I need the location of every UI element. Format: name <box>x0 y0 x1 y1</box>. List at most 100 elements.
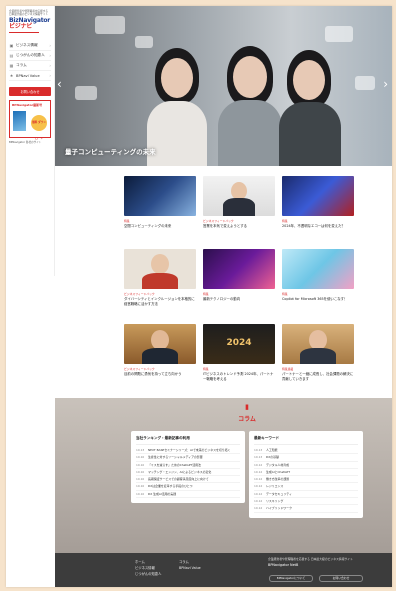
list-item[interactable]: 10.10 生産性に対するソーシャルメディアの影響 <box>136 454 240 462</box>
about-button[interactable]: BPNavigatorについて <box>269 575 313 582</box>
sidebar-item-value[interactable]: ★ BPNavi Value › <box>9 71 51 81</box>
promo-title: BPNavigator最新号 <box>12 103 43 107</box>
hero-banner[interactable]: ‹ › 量子コンピューティングの未来 <box>55 6 392 166</box>
item-date: 10.13 <box>136 448 145 452</box>
item-title: 働き方改革の課題 <box>266 477 290 482</box>
article-card[interactable]: 特集 2024年、不透明なエコーは何を変えた？ <box>282 176 354 229</box>
footer-about: 企業経営者や管理職者を応援する 日本最大級のビジネス情報サイト BPNaviga… <box>268 557 368 567</box>
item-date: 10.10 <box>136 469 145 474</box>
article-title: 目前の問題に勇気を持って立ち向かう <box>124 372 182 376</box>
list-item[interactable]: 10.12 働き方改革の課題 <box>254 476 358 484</box>
article-category: 特集連載 <box>282 367 294 371</box>
list-item[interactable]: 10.12 生成AIとChatGPT <box>254 469 358 477</box>
article-category: ビジネスフィードバック <box>203 219 234 223</box>
keyword-panel: 最新キーワード 10.13 人工知能 10.13 DXの基礎 10.12 デジタル人材… <box>249 431 363 518</box>
site-footer: ホーム ビジネス情報 じつがんの知恵人 コラム BPNavi Value 企業経… <box>55 553 392 587</box>
article-title: 2024年、不透明なエコーは何を変えた？ <box>282 224 345 228</box>
list-item[interactable]: 10.13 DXの基礎 <box>254 454 358 462</box>
article-title: ITビジネスのトレンド予測 2024年、パートナー戦略を考える <box>203 372 274 381</box>
hero-person-face <box>161 58 193 98</box>
article-category: 特集 <box>203 367 209 371</box>
ranking-heading: 当社ランキング・最新記事の利用 <box>136 436 240 445</box>
article-title: パートナーと一緒に成長し、社会課題の解決に貢献していきます <box>282 372 354 381</box>
article-card[interactable]: 特集連載 パートナーと一緒に成長し、社会課題の解決に貢献していきます <box>282 324 354 381</box>
footer-link[interactable]: じつがんの知恵人 <box>135 571 161 577</box>
item-title: DXは企業を変革する手段のひとつ <box>148 484 193 489</box>
list-item[interactable]: 10.12 データセキュリティ <box>254 491 358 499</box>
list-item[interactable]: 10.12 リスキリング <box>254 498 358 506</box>
item-title: 生成AIとChatGPT <box>266 469 291 474</box>
item-title: デジタル人材育成 <box>266 462 290 467</box>
article-title: Copilot for Microsoft 365を使いこなす！ <box>282 297 348 301</box>
article-card[interactable]: ビジネスフィードバック 営業を本気で変えようとする <box>203 176 275 229</box>
item-date: 10.12 <box>254 462 263 467</box>
list-item[interactable]: 10.13 人工知能 <box>254 447 358 455</box>
contact-footer-button[interactable]: お問い合わせ <box>319 575 363 582</box>
footer-logo: BPNavigator NetB <box>268 563 299 567</box>
sidebar-item-label: じつがんの知恵人 <box>16 53 45 57</box>
carousel-prev-icon[interactable]: ‹ <box>57 78 62 90</box>
item-date: 10.10 <box>136 477 145 482</box>
item-date: 10.10 <box>136 484 145 489</box>
article-title: ダイバーシティとインクルージョンを本格的に経営戦略に活かす方法 <box>124 297 195 306</box>
item-date: 10.12 <box>254 499 263 504</box>
article-card[interactable]: 特集 最新テクノロジーの動向 <box>203 249 275 302</box>
sidebar-item-column[interactable]: ▦ コラム › <box>9 61 51 71</box>
list-item[interactable]: 10.10 長期保証サービスでの顧客満足度向上に向けて <box>136 476 240 484</box>
list-item[interactable]: 10.13 NEXT BASEセミナーシリーズ：AIで未来のビジネスを切り拓く <box>136 447 240 455</box>
thumbnail-suit <box>223 198 255 216</box>
sidebar-item-wisdom[interactable]: ▤ じつがんの知恵人 › <box>9 51 51 61</box>
article-category: ビジネスフィードバック <box>124 292 155 296</box>
footer-links-1: ホーム ビジネス情報 じつがんの知恵人 <box>135 559 161 577</box>
article-title: 空間コンピューティングの未来 <box>124 224 172 228</box>
thumbnail-year: 2024 <box>226 338 252 348</box>
chevron-right-icon: › <box>49 43 51 48</box>
list-item[interactable]: 10.12 レジリエンス <box>254 483 358 491</box>
item-date: 10.10 <box>136 455 145 460</box>
carousel-next-icon[interactable]: › <box>383 78 388 90</box>
list-item[interactable]: 10.12 デジタル人材育成 <box>254 462 358 469</box>
site-logo[interactable]: BizNavigator ビジナビ <box>9 18 51 30</box>
article-category: 特集 <box>282 292 288 296</box>
article-thumbnail <box>124 324 196 364</box>
item-date: 10.10 <box>136 462 145 467</box>
magazine-promo[interactable]: BPNavigator最新号 無料 ダウンロード <box>9 100 51 140</box>
article-card[interactable]: ビジネスフィードバック 目前の問題に勇気を持って立ち向かう <box>124 324 196 377</box>
article-thumbnail <box>282 249 354 289</box>
article-thumbnail <box>203 249 275 289</box>
article-card[interactable]: 特集 Copilot for Microsoft 365を使いこなす！ <box>282 249 354 302</box>
list-item[interactable]: 10.10 「ミスを減らす」ためのChatGPT活用法 <box>136 462 240 469</box>
list-item[interactable]: 10.10 DX 生成AI活用の実践 <box>136 491 240 499</box>
hero-person-face <box>233 56 267 98</box>
chevron-right-icon: › <box>49 73 51 78</box>
article-card[interactable]: 2024 特集 ITビジネスのトレンド予測 2024年、パートナー戦略を考える <box>203 324 275 381</box>
item-title: 長期保証サービスでの顧客満足度向上に向けて <box>148 477 209 482</box>
list-item[interactable]: 10.10 DXは企業を変革する手段のひとつ <box>136 483 240 491</box>
thumbnail-suit <box>300 348 336 364</box>
chevron-right-icon: › <box>49 53 51 58</box>
hero-caption: 量子コンピューティングの未来 <box>65 148 156 156</box>
article-thumbnail <box>124 249 196 289</box>
footer-link[interactable]: BPNavi Value <box>179 565 201 571</box>
star-icon: ★ <box>9 73 14 78</box>
hero-person-body <box>147 101 207 166</box>
promo-footer: BPNavigator 各社のサイト <box>9 141 42 144</box>
article-title: 最新テクノロジーの動向 <box>203 297 241 301</box>
item-title: NEXT BASEセミナーシリーズ：AIで未来のビジネスを切り拓く <box>148 448 231 452</box>
item-date: 10.12 <box>254 491 263 496</box>
sidebar-item-business[interactable]: ▣ ビジネス情報 › <box>9 41 51 51</box>
article-card[interactable]: ビジネスフィードバック ダイバーシティとインクルージョンを本格的に経営戦略に活か… <box>124 249 196 306</box>
footer-links-2: コラム BPNavi Value <box>179 559 201 571</box>
thumbnail-face <box>309 330 327 350</box>
item-date: 10.10 <box>136 491 145 496</box>
article-category: 特集 <box>124 219 130 223</box>
hero-light-panel <box>325 26 353 42</box>
logo-divider <box>9 32 39 33</box>
list-item[interactable]: 10.10 マッチング・エンジン、AIによるビジネスの変化 <box>136 469 240 477</box>
article-card[interactable]: 特集 空間コンピューティングの未来 <box>124 176 196 229</box>
logo-sub: ビジナビ <box>9 23 33 30</box>
article-category: ビジネスフィードバック <box>124 367 155 371</box>
contact-button[interactable]: お問い合わせ <box>9 87 51 96</box>
item-title: DX 生成AI活用の実践 <box>148 491 177 496</box>
list-item[interactable]: 10.12 ハイブリッドワーク <box>254 505 358 513</box>
